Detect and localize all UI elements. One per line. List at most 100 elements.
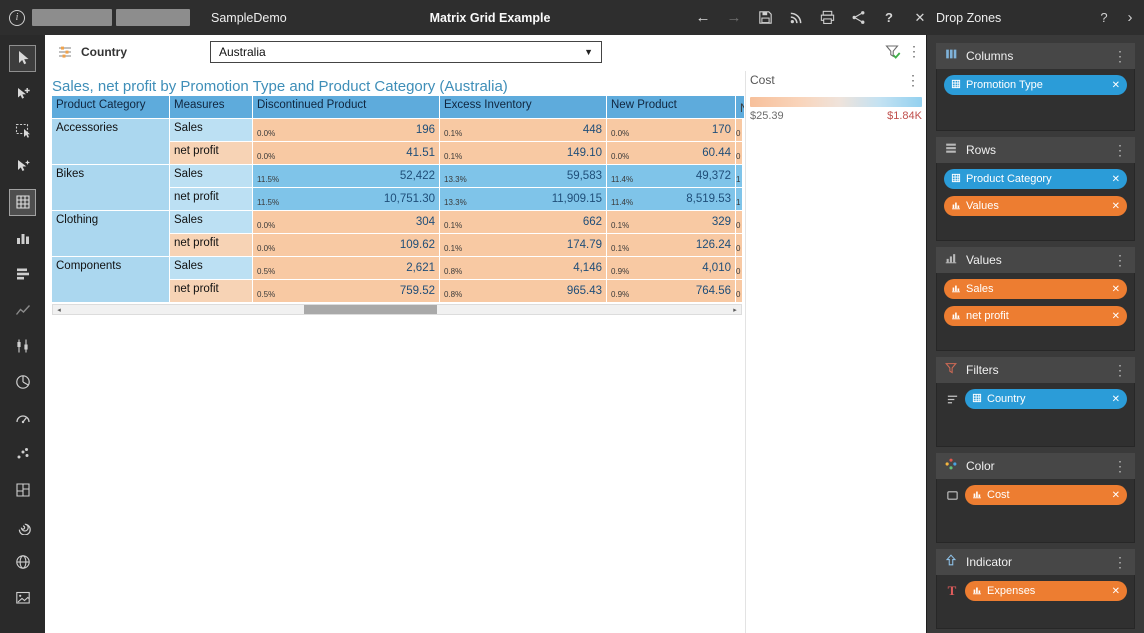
scroll-right-icon[interactable]: ▸	[729, 305, 741, 314]
dropzone-body-rows[interactable]: Product Category✕ Values✕	[936, 163, 1135, 241]
dropzone-body-filters[interactable]: Country✕	[936, 383, 1135, 447]
matrix-cell: 0.1%662	[440, 211, 606, 233]
tool-spiral-chart[interactable]	[0, 508, 45, 544]
dropzone-body-indicator[interactable]: TExpenses✕	[936, 575, 1135, 629]
clipped-cell: 1	[736, 165, 742, 187]
tool-map-chart[interactable]	[0, 544, 45, 580]
pill-product-category[interactable]: Product Category✕	[944, 169, 1127, 189]
remove-icon[interactable]: ✕	[1112, 80, 1120, 91]
drop-zones-collapse-icon[interactable]: ›	[1122, 0, 1138, 35]
cost-legend: Cost ⋮ $25.39 $1.84K	[750, 73, 922, 122]
country-dropdown[interactable]: Australia ▼	[210, 41, 602, 63]
tool-pie-chart[interactable]	[0, 364, 45, 400]
values-icon	[944, 251, 958, 270]
tool-matrix-grid[interactable]	[0, 184, 45, 220]
legend-menu-icon[interactable]: ⋮	[906, 73, 920, 87]
tool-bar-chart[interactable]	[0, 256, 45, 292]
tool-pointer-plus[interactable]	[0, 76, 45, 112]
remove-icon[interactable]: ✕	[1112, 284, 1120, 295]
share-icon[interactable]	[848, 7, 868, 29]
matrix-cell: 0.8%965.43	[440, 280, 606, 302]
pill-values[interactable]: Values✕	[944, 196, 1127, 216]
tool-marquee-select[interactable]	[0, 112, 45, 148]
matrix-cell: 0.5%759.52	[253, 280, 439, 302]
pill-row: net profit✕	[944, 306, 1127, 326]
forward-button[interactable]: →	[724, 7, 744, 29]
pill-sales[interactable]: Sales✕	[944, 279, 1127, 299]
close-icon[interactable]: ✕	[910, 7, 930, 29]
save-icon[interactable]	[755, 7, 775, 29]
section-menu-icon[interactable]: ⋮	[1113, 253, 1127, 267]
dropzone-body-values[interactable]: Sales✕ net profit✕	[936, 273, 1135, 351]
remove-icon[interactable]: ✕	[1112, 394, 1120, 405]
scrollbar-track[interactable]	[65, 305, 729, 314]
cell-percent: 0.0%	[611, 129, 629, 138]
remove-icon[interactable]: ✕	[1112, 201, 1120, 212]
cell-percent: 0.9%	[611, 290, 629, 299]
filter-element-icon	[57, 44, 73, 60]
filter-applied-icon[interactable]	[884, 43, 902, 61]
tool-scatter-chart[interactable]	[0, 436, 45, 472]
dropzone-body-columns[interactable]: Promotion Type ✕	[936, 69, 1135, 131]
section-menu-icon[interactable]: ⋮	[1113, 49, 1127, 63]
pill-net-profit[interactable]: net profit✕	[944, 306, 1127, 326]
tool-cursor[interactable]	[0, 40, 45, 76]
section-menu-icon[interactable]: ⋮	[1113, 143, 1127, 157]
column-chart-icon	[9, 225, 36, 252]
grid-pill-icon	[951, 76, 961, 94]
pill-label: Promotion Type	[966, 79, 1107, 91]
section-label: Filters	[966, 363, 1105, 377]
clipped-cell: 0	[736, 280, 742, 302]
top-bar: i SampleDemo Matrix Grid Example ← → ? ✕…	[0, 0, 1144, 35]
cell-value: 965.43	[567, 285, 602, 297]
filter-menu-icon[interactable]: ⋮	[907, 44, 921, 58]
cell-percent: 0.0%	[257, 244, 275, 253]
publish-rss-icon[interactable]	[786, 7, 806, 29]
print-icon[interactable]	[817, 7, 837, 29]
tool-gauge-chart[interactable]	[0, 400, 45, 436]
tool-image-widget[interactable]	[0, 580, 45, 616]
pill-cost[interactable]: Cost✕	[965, 485, 1127, 505]
horizontal-scrollbar[interactable]: ◂ ▸	[52, 304, 742, 315]
dropzone-section-color: Color⋮Cost✕	[936, 453, 1135, 543]
tool-treemap-chart[interactable]	[0, 472, 45, 508]
legend-max-value: $1.84K	[887, 110, 922, 122]
pill-expenses[interactable]: Expenses✕	[965, 581, 1127, 601]
drop-zones-help-icon[interactable]: ?	[1096, 0, 1112, 35]
pill-country[interactable]: Country✕	[965, 389, 1127, 409]
matrix-cell: 0.0%304	[253, 211, 439, 233]
section-label: Rows	[966, 143, 1105, 157]
remove-icon[interactable]: ✕	[1112, 174, 1120, 185]
measure-cell: Sales	[170, 257, 252, 279]
scroll-left-icon[interactable]: ◂	[53, 305, 65, 314]
tool-column-chart[interactable]	[0, 220, 45, 256]
remove-icon[interactable]: ✕	[1112, 311, 1120, 322]
section-menu-icon[interactable]: ⋮	[1113, 555, 1127, 569]
section-menu-icon[interactable]: ⋮	[1113, 363, 1127, 377]
dropzone-section-indicator: Indicator⋮TExpenses✕	[936, 549, 1135, 629]
matrix-cell: 0.0%196	[253, 119, 439, 141]
back-button[interactable]: ←	[693, 7, 713, 29]
dropzone-body-color[interactable]: Cost✕	[936, 479, 1135, 543]
tool-pointer-edit[interactable]	[0, 148, 45, 184]
remove-icon[interactable]: ✕	[1112, 490, 1120, 501]
tool-line-chart[interactable]	[0, 292, 45, 328]
tool-candlestick-chart[interactable]	[0, 328, 45, 364]
matrix-cell: 11.5%52,422	[253, 165, 439, 187]
drop-zones-title: Drop Zones	[936, 0, 1001, 35]
section-menu-icon[interactable]: ⋮	[1113, 459, 1127, 473]
cell-value: 764.56	[696, 285, 731, 297]
remove-icon[interactable]: ✕	[1112, 586, 1120, 597]
pill-promotion-type[interactable]: Promotion Type ✕	[944, 75, 1127, 95]
info-icon[interactable]: i	[9, 0, 27, 35]
dropdown-value: Australia	[219, 45, 584, 59]
cell-percent: 0.1%	[444, 152, 462, 161]
help-icon[interactable]: ?	[879, 7, 899, 29]
scrollbar-thumb[interactable]	[304, 305, 437, 314]
pointer-edit-icon	[9, 153, 36, 180]
clipped-cell: 0	[736, 234, 742, 256]
column-header: Product Category	[52, 96, 169, 118]
matrix-cell: 0.1%174.79	[440, 234, 606, 256]
matrix-grid: Product CategoryMeasuresDiscontinued Pro…	[52, 96, 742, 302]
column-header: Excess Inventory	[440, 96, 606, 118]
